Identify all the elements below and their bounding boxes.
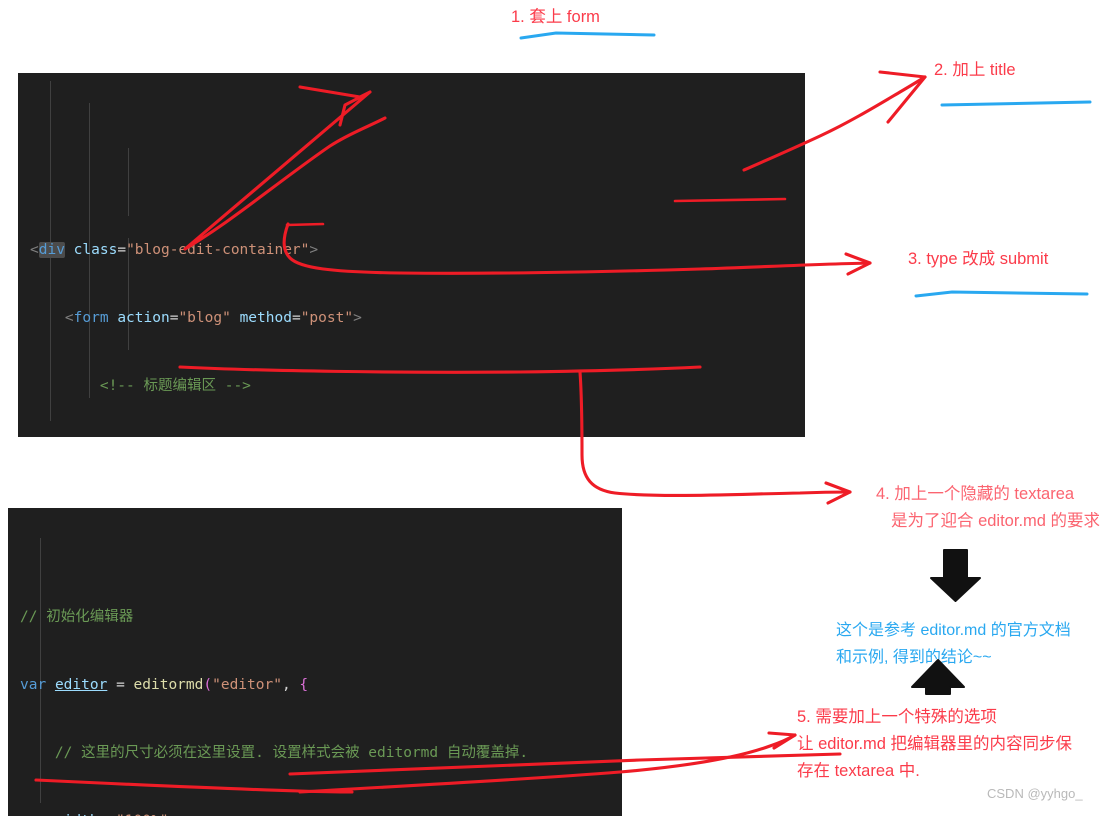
code-block-js[interactable]: // 初始化编辑器 var editor = editormd("editor"… (8, 508, 622, 816)
annotation-4-line-1: 4. 加上一个隐藏的 textarea (876, 485, 1075, 503)
code-line: <!-- 标题编辑区 --> (30, 377, 251, 394)
code-block-html[interactable]: <div class="blog-edit-container"> <form … (18, 73, 805, 437)
annotation-5-line-1: 5. 需要加上一个特殊的选项 (797, 708, 997, 726)
arrow-3-head (844, 252, 872, 276)
annotation-2: 2. 加上 title (934, 61, 1016, 79)
code-line: // 初始化编辑器 (20, 609, 134, 626)
underline-blue-2 (940, 100, 1092, 107)
annotation-note-line-2: 和示例, 得到的结论~~ (836, 649, 992, 666)
annotation-5-line-2: 让 editor.md 把编辑器里的内容同步保 (797, 735, 1073, 753)
screenshot-root: <div class="blog-edit-container"> <form … (0, 0, 1108, 816)
arrow-5-head (767, 731, 797, 750)
indent-guide (128, 148, 129, 216)
underline-blue-1 (519, 31, 656, 40)
underline-blue-3 (914, 290, 1089, 298)
arrow-4-head (824, 481, 852, 505)
annotation-5-line-3: 存在 textarea 中. (797, 762, 920, 780)
arrow-2-head (878, 70, 927, 124)
annotation-note-line-1: 这个是参考 editor.md 的官方文档 (836, 622, 1071, 639)
code-line: // 这里的尺寸必须在这里设置. 设置样式会被 editormd 自动覆盖掉. (20, 744, 529, 761)
annotation-3: 3. type 改成 submit (908, 250, 1049, 268)
watermark-text: CSDN @yyhgo_ (987, 786, 1083, 801)
down-arrow-icon (930, 549, 981, 602)
annotation-1: 1. 套上 form (511, 8, 600, 26)
code-line: <div class="blog-edit-container"> (30, 242, 319, 259)
code-line: <form action="blog" method="post"> (64, 309, 362, 326)
annotation-4-line-2: 是为了迎合 editor.md 的要求 (891, 512, 1101, 530)
code-line: width: "100%", (8, 810, 622, 816)
code-line: var editor = editormd("editor", { (20, 677, 309, 694)
